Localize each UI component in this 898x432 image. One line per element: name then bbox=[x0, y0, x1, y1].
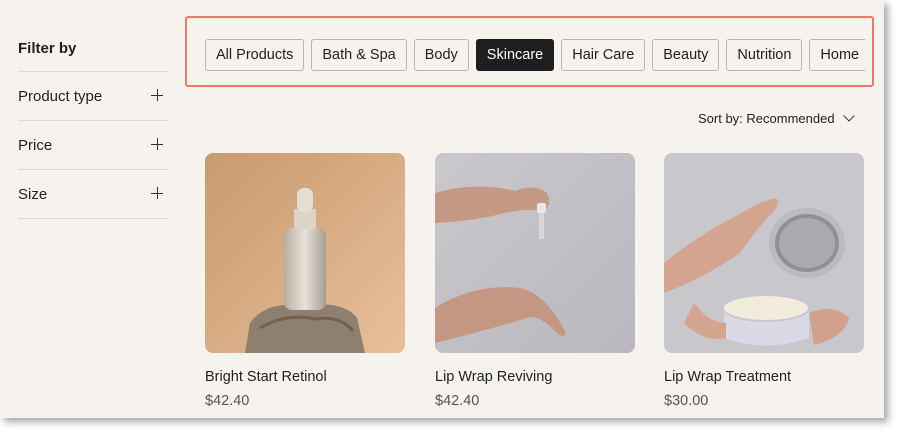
product-image-balm-tin[interactable] bbox=[664, 153, 864, 353]
category-body[interactable]: Body bbox=[413, 39, 469, 71]
category-nutrition[interactable]: Nutrition bbox=[726, 39, 803, 71]
filter-size[interactable]: Size bbox=[18, 170, 169, 219]
product-card[interactable]: Bright Start Retinol $42.40 bbox=[205, 153, 405, 409]
store-page: Filter by Product type Price Size All Pr… bbox=[0, 0, 884, 418]
product-price: $42.40 bbox=[435, 393, 480, 409]
category-pills: All Products Bath & Spa Body Skincare Ha… bbox=[205, 39, 865, 71]
filter-label: Size bbox=[18, 185, 48, 203]
filter-title: Filter by bbox=[18, 30, 169, 72]
filter-sidebar: Filter by Product type Price Size bbox=[18, 30, 169, 219]
product-card[interactable]: Lip Wrap Treatment $30.00 bbox=[664, 153, 864, 409]
plus-icon bbox=[151, 187, 165, 201]
plus-icon bbox=[151, 89, 165, 103]
chevron-down-icon bbox=[842, 110, 855, 122]
category-all-products[interactable]: All Products bbox=[205, 39, 305, 71]
category-bath-spa[interactable]: Bath & Spa bbox=[311, 39, 407, 71]
filter-price[interactable]: Price bbox=[18, 121, 169, 170]
sort-dropdown[interactable]: Sort by: Recommended bbox=[698, 110, 855, 126]
plus-icon bbox=[151, 138, 165, 152]
filter-label: Product type bbox=[18, 87, 103, 105]
product-price: $30.00 bbox=[664, 393, 709, 409]
sort-label: Sort by: Recommended bbox=[698, 111, 835, 126]
product-image-retinol-bottle[interactable] bbox=[205, 153, 405, 353]
product-card[interactable]: Lip Wrap Reviving $42.40 bbox=[435, 153, 635, 409]
category-beauty[interactable]: Beauty bbox=[652, 39, 720, 71]
filter-product-type[interactable]: Product type bbox=[18, 72, 169, 121]
product-image-dropper-hands[interactable] bbox=[435, 153, 635, 353]
product-name[interactable]: Lip Wrap Reviving bbox=[435, 369, 635, 385]
category-home[interactable]: Home bbox=[809, 39, 865, 71]
category-hair-care[interactable]: Hair Care bbox=[561, 39, 646, 71]
product-price: $42.40 bbox=[205, 393, 250, 409]
product-name[interactable]: Lip Wrap Treatment bbox=[664, 369, 864, 385]
product-name[interactable]: Bright Start Retinol bbox=[205, 369, 405, 385]
filter-label: Price bbox=[18, 136, 53, 154]
category-skincare[interactable]: Skincare bbox=[475, 39, 555, 71]
